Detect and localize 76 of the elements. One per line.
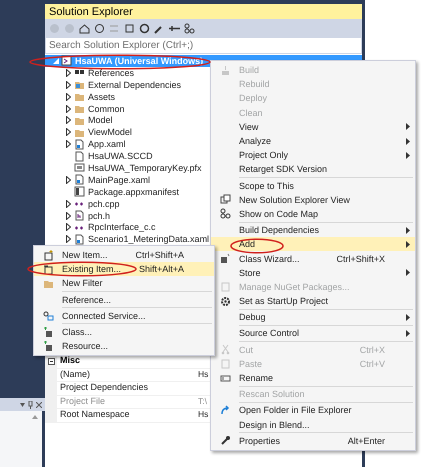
collapse-box-icon[interactable] — [48, 358, 54, 365]
menu-item[interactable]: New Filter — [34, 276, 214, 291]
menu-item[interactable]: Scope to This — [211, 178, 415, 193]
scissors-icon — [220, 344, 230, 356]
menu-item[interactable]: Project Only — [211, 148, 415, 162]
gear-icon — [220, 296, 230, 307]
menu-item[interactable]: Open Folder in File Explorer — [211, 403, 415, 418]
build-icon — [220, 64, 230, 76]
menu-item[interactable]: Show on Code Map — [211, 206, 415, 222]
collapsed-arrow-icon[interactable] — [66, 128, 71, 136]
menu-item[interactable]: Analyze — [211, 134, 415, 148]
windows-icon — [220, 194, 230, 206]
existing-item-icon — [42, 264, 54, 275]
menu-item[interactable]: View — [211, 120, 415, 134]
collapsed-arrow-icon[interactable] — [66, 212, 71, 220]
header-file-icon — [74, 210, 85, 222]
menu-item[interactable]: New Item... Ctrl+Shift+A — [34, 248, 214, 262]
class-wizard-icon — [220, 253, 230, 264]
refresh-arrow-icon — [220, 404, 230, 416]
collapsed-arrow-icon[interactable] — [66, 235, 71, 244]
panel-title: Solution Explorer — [45, 4, 362, 19]
file-icon — [74, 150, 85, 162]
property-name: (Name) — [59, 368, 92, 381]
home-icon[interactable] — [79, 22, 90, 34]
menu-item[interactable]: Debug — [211, 310, 415, 324]
menu-item[interactable]: Rename — [211, 370, 415, 386]
menu-item[interactable]: Build Dependencies — [211, 223, 415, 238]
menu-item[interactable]: Class... — [34, 324, 214, 340]
menu-item[interactable]: Class Wizard... Ctrl+Shift+X — [211, 251, 415, 266]
resource-icon — [42, 340, 54, 352]
manifest-icon — [74, 186, 85, 198]
collapsed-arrow-icon[interactable] — [66, 200, 71, 208]
close-icon[interactable] — [36, 402, 42, 408]
rename-icon — [220, 372, 230, 384]
property-value: T:\ — [197, 396, 207, 408]
file-icon — [74, 138, 85, 150]
property-name: Project File — [59, 396, 106, 408]
section-title: Misc — [59, 355, 80, 368]
property-name: Project Dependencies — [59, 382, 150, 394]
annotation-ellipse — [229, 238, 285, 254]
folder-icon — [74, 103, 85, 114]
property-value: Hs — [197, 409, 208, 422]
property-value: Hs — [197, 368, 208, 381]
collapsed-arrow-icon[interactable] — [66, 116, 71, 124]
menu-item[interactable]: Source Control — [211, 326, 415, 341]
expanded-arrow-icon[interactable] — [52, 58, 58, 64]
file-icon — [74, 174, 85, 186]
collapsed-arrow-icon[interactable] — [66, 68, 71, 77]
collapsed-arrow-icon[interactable] — [66, 140, 71, 148]
menu-item[interactable]: Resource... — [34, 339, 214, 354]
certificate-icon — [74, 162, 85, 174]
connected-service-icon — [42, 310, 54, 322]
menu-item[interactable]: New Solution Explorer View — [211, 192, 415, 207]
menu-item[interactable]: Retarget SDK Version — [211, 162, 415, 176]
collapsed-arrow-icon[interactable] — [66, 223, 71, 232]
diagram-icon — [220, 208, 230, 220]
search-field[interactable]: Search Solution Explorer (Ctrl+;) — [45, 37, 362, 54]
menu-item[interactable]: Set as StartUp Project — [211, 294, 415, 308]
menu-item[interactable]: Properties Alt+Enter — [211, 434, 415, 448]
menu-item[interactable]: Reference... — [34, 292, 214, 307]
wrench-icon — [220, 435, 230, 446]
menu-item[interactable]: Add — [211, 237, 415, 252]
dependencies-icon — [74, 79, 85, 90]
collapsed-arrow-icon[interactable] — [66, 176, 71, 184]
dropdown-arrow-icon[interactable] — [20, 402, 25, 406]
menu-item[interactable]: Store — [211, 266, 415, 280]
collapsed-arrow-icon[interactable] — [66, 80, 71, 89]
new-item-icon — [42, 250, 54, 261]
collapsed-arrow-icon[interactable] — [66, 92, 71, 101]
menu-item[interactable]: Design in Blend... — [211, 418, 415, 432]
scroll-up-arrow-icon[interactable] — [32, 415, 38, 419]
class-icon — [42, 326, 54, 338]
folder-icon — [74, 91, 85, 102]
collapsed-arrow-icon[interactable] — [66, 104, 71, 112]
menu-item[interactable]: Connected Service... — [34, 308, 214, 323]
property-name: Root Namespace — [59, 409, 131, 422]
